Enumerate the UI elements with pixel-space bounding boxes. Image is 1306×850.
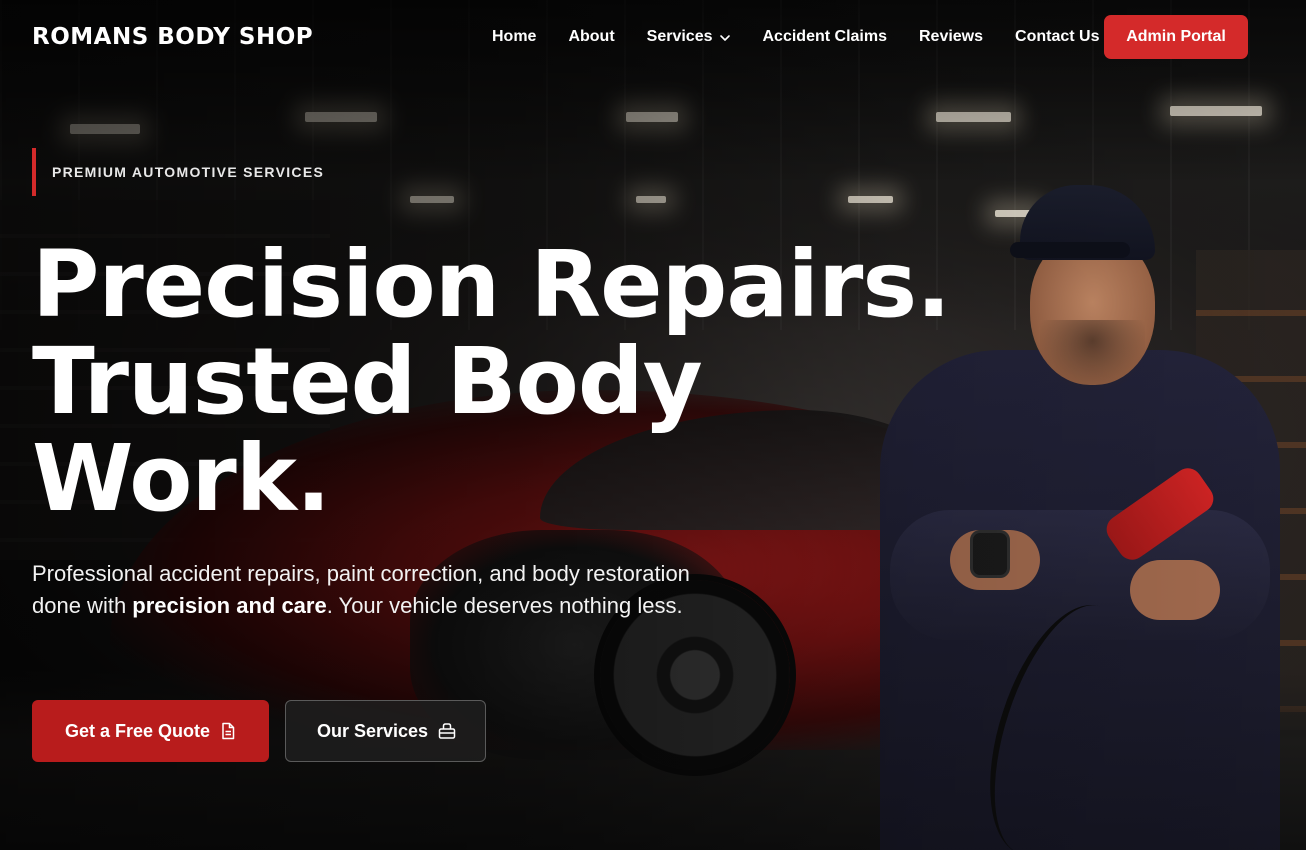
nav-link-about[interactable]: About (568, 28, 614, 46)
hero-headline: Precision Repairs. Trusted Body Work. (32, 231, 951, 532)
get-free-quote-button[interactable]: Get a Free Quote (32, 700, 269, 762)
nav-link-reviews[interactable]: Reviews (919, 28, 983, 46)
hero-eyebrow: PREMIUM AUTOMOTIVE SERVICES (32, 148, 324, 196)
eyebrow-text: PREMIUM AUTOMOTIVE SERVICES (52, 164, 325, 180)
nav-link-label: Reviews (918, 28, 984, 45)
nav-link-accident-claims[interactable]: Accident Claims (763, 28, 887, 46)
button-label: Get a Free Quote (64, 720, 211, 741)
headline-line: Precision Repairs. (32, 231, 951, 338)
brand-logo[interactable]: ROMANS BODY SHOP (32, 24, 313, 50)
nav-link-label: Services (646, 28, 713, 45)
document-icon (220, 722, 236, 740)
button-label: Our Services (316, 720, 429, 741)
nav-link-services[interactable]: Services (647, 28, 731, 46)
nav-link-label: Contact Us (1015, 28, 1100, 45)
our-services-button[interactable]: Our Services (285, 700, 486, 762)
admin-portal-button[interactable]: Admin Portal (1104, 15, 1248, 59)
nav-link-home[interactable]: Home (492, 28, 536, 46)
hero-description: Professional accident repairs, paint cor… (32, 558, 732, 622)
top-navigation: ROMANS BODY SHOP Home About Services Acc… (0, 0, 1306, 76)
description-text-end: . Your vehicle deserves nothing less. (326, 593, 683, 618)
headline-line: Work. (32, 425, 331, 532)
chevron-down-icon (719, 31, 731, 43)
nav-link-label: Home (492, 28, 537, 45)
description-emphasis: precision and care (132, 593, 327, 618)
nav-links: Home About Services Accident Claims Revi… (492, 28, 1131, 46)
nav-link-contact-us[interactable]: Contact Us (1015, 28, 1099, 46)
nav-link-label: Accident Claims (762, 28, 887, 45)
headline-line: Trusted Body (32, 328, 703, 435)
nav-link-label: About (568, 28, 615, 45)
toolbox-icon (438, 722, 456, 740)
